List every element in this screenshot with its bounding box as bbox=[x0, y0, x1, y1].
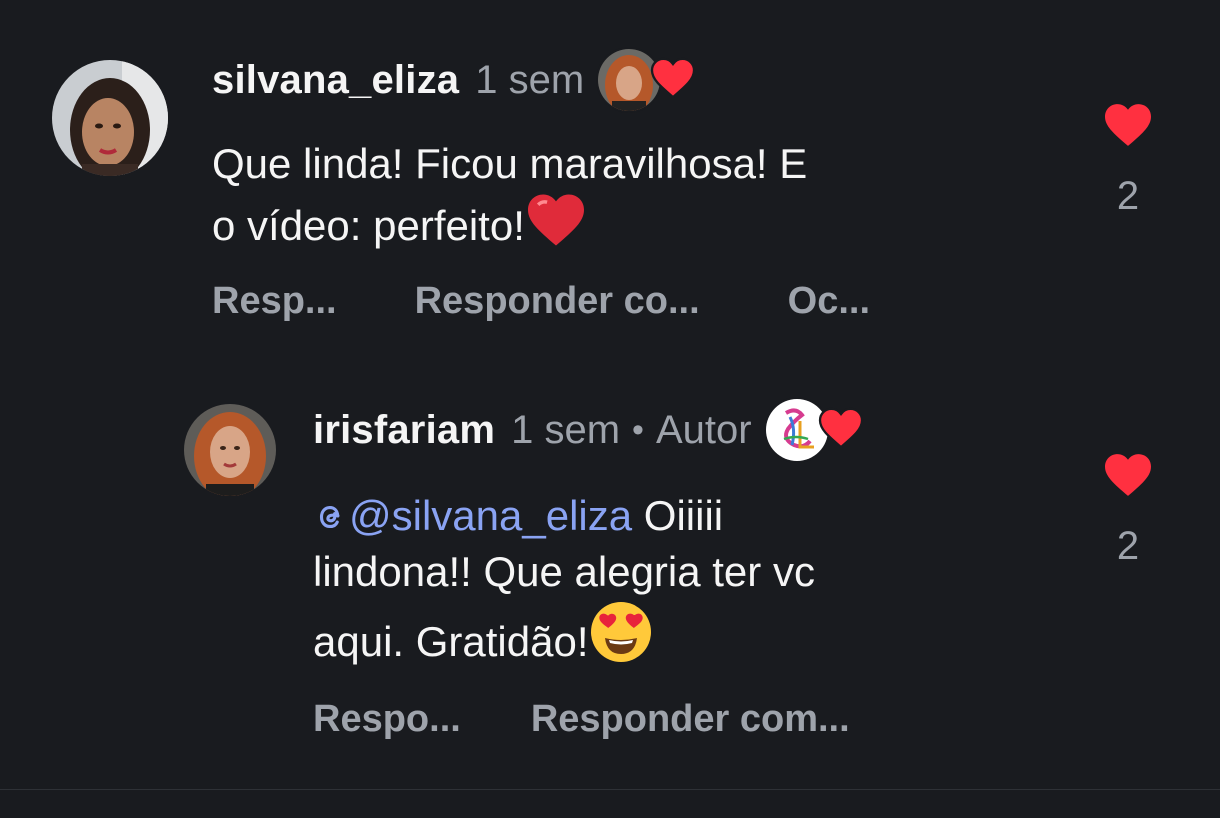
heart-eyes-emoji bbox=[590, 602, 651, 662]
like-count: 2 bbox=[1116, 174, 1140, 218]
mention-text[interactable]: @silvana_eliza bbox=[349, 492, 632, 539]
comment-username[interactable]: silvana_eliza bbox=[212, 58, 459, 103]
like-count: 2 bbox=[1116, 524, 1140, 568]
author-label: Autor bbox=[655, 407, 752, 452]
comment-body: @silvana_eliza Oiiiii lindona!! Que aleg… bbox=[313, 488, 1073, 670]
heart-icon[interactable] bbox=[1102, 452, 1154, 498]
heart-icon bbox=[818, 407, 863, 449]
comment-text-line1: Que linda! Ficou maravilhosa! E bbox=[212, 140, 808, 187]
heart-icon bbox=[651, 57, 696, 99]
comment-text-line2: o vídeo: perfeito! bbox=[212, 202, 525, 249]
red-heart-emoji bbox=[527, 194, 584, 246]
reply-button[interactable]: Respo... bbox=[313, 698, 461, 741]
avatar-irisfariam[interactable] bbox=[184, 404, 276, 496]
like-column: 2 bbox=[1098, 452, 1158, 569]
comment-body: Que linda! Ficou maravilhosa! E o vídeo:… bbox=[212, 136, 1072, 254]
threads-icon bbox=[319, 505, 340, 529]
reply-with-button[interactable]: Responder com... bbox=[531, 698, 850, 741]
divider bbox=[0, 789, 1220, 790]
reply-with-button[interactable]: Responder co... bbox=[415, 280, 700, 323]
comment-username[interactable]: irisfariam bbox=[313, 408, 495, 453]
comment-time: 1 sem bbox=[511, 407, 621, 452]
hide-button[interactable]: Oc... bbox=[788, 280, 870, 323]
like-column: 2 bbox=[1098, 102, 1158, 219]
comment-text-line2: lindona!! Que alegria ter vc bbox=[313, 548, 815, 595]
liked-by-creator-badge bbox=[598, 47, 698, 113]
comment-text-line1: Oiiiii bbox=[632, 492, 724, 539]
mention-link[interactable]: @silvana_eliza bbox=[313, 492, 632, 539]
separator-dot: • bbox=[632, 410, 644, 449]
comment-text-line3: aqui. Gratidão! bbox=[313, 618, 589, 665]
heart-icon[interactable] bbox=[1102, 102, 1154, 148]
comment-actions: Respo... Responder com... bbox=[313, 698, 850, 741]
comments-thread: silvana_eliza 1 sem Que linda! Ficou mar… bbox=[0, 0, 1220, 818]
reply-button[interactable]: Resp... bbox=[212, 280, 337, 323]
liked-by-creator-badge bbox=[765, 397, 866, 463]
avatar-silvana[interactable] bbox=[52, 60, 168, 176]
comment-time: 1 sem bbox=[475, 57, 585, 102]
comment-actions: Resp... Responder co... Oc... bbox=[212, 280, 870, 323]
